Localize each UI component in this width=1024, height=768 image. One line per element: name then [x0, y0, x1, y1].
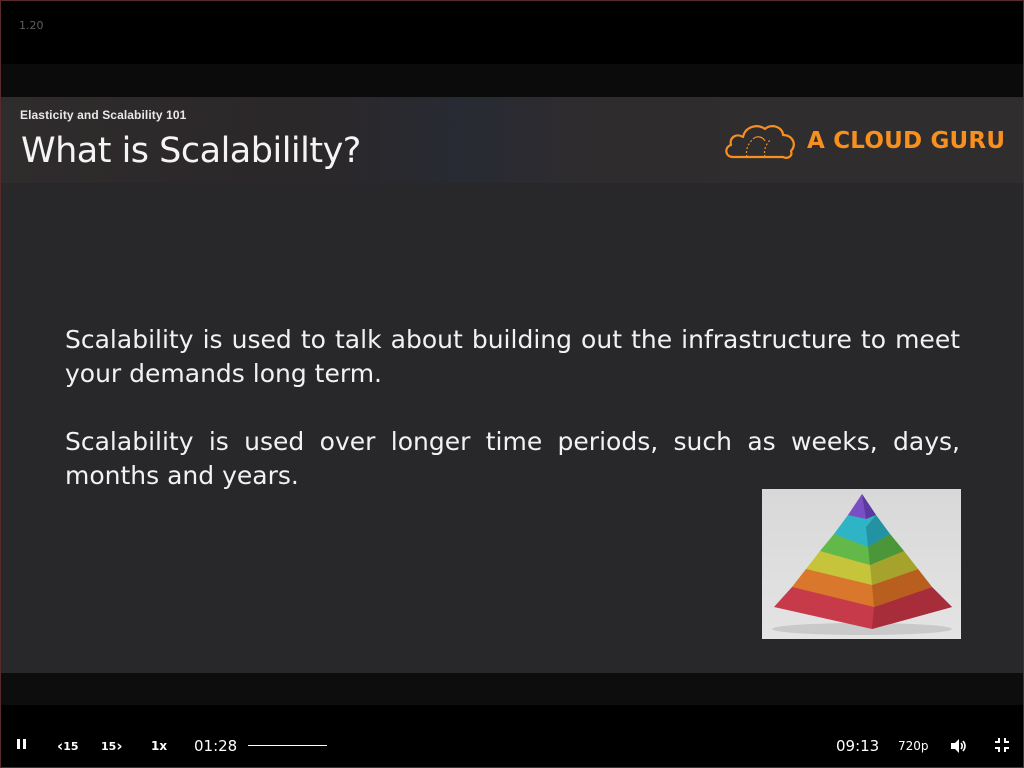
brand-logo: A CLOUD GURU — [723, 119, 1005, 163]
exit-fullscreen-icon — [995, 738, 1009, 752]
rewind-label: 15 — [63, 739, 79, 753]
brand-name: A CLOUD GURU — [807, 128, 1006, 154]
cloud-logo-icon — [725, 125, 795, 159]
video-letterbox-bottom — [1, 673, 1023, 705]
pyramid-image — [762, 489, 961, 639]
slide-paragraph-2: Scalability is used over longer time per… — [65, 427, 960, 490]
slide-title: What is Scalabililty? — [21, 131, 361, 171]
pause-button[interactable] — [15, 738, 29, 752]
player-controls: ‹ 15 15 › 1x 01:28 09:13 720p — [1, 725, 1023, 767]
course-title: Elasticity and Scalability 101 — [20, 108, 187, 122]
video-letterbox-top — [1, 64, 1023, 97]
top-label: 1.20 — [19, 19, 44, 32]
forward-15-icon: › — [116, 736, 123, 755]
forward-label: 15 — [101, 739, 117, 753]
duration: 09:13 — [836, 737, 880, 755]
exit-fullscreen-button[interactable] — [994, 737, 1010, 753]
slide-header: Elasticity and Scalability 101 What is S… — [1, 97, 1023, 183]
video-player: 1.20 Elasticity and Scalability 101 What… — [0, 0, 1024, 768]
volume-button[interactable] — [949, 737, 967, 755]
rewind-15-button[interactable]: ‹ 15 — [57, 736, 79, 756]
current-time: 01:28 — [194, 737, 238, 755]
video-frame[interactable]: Elasticity and Scalability 101 What is S… — [1, 97, 1023, 673]
forward-15-button[interactable]: 15 › — [101, 736, 123, 756]
quality-button[interactable]: 720p — [898, 739, 929, 753]
progress-bar[interactable] — [248, 745, 327, 746]
slide-paragraph-1: Scalability is used to talk about buildi… — [65, 325, 960, 388]
playback-speed-button[interactable]: 1x — [151, 739, 167, 753]
volume-icon — [951, 739, 966, 753]
